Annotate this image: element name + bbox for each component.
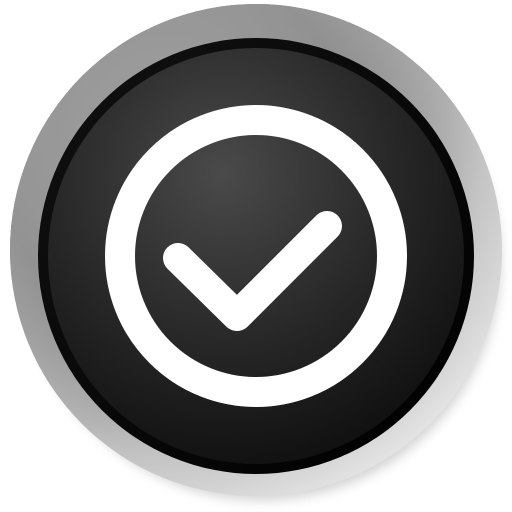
check-circle-icon[interactable]	[0, 0, 512, 512]
check-button-icon-stage	[0, 0, 512, 512]
